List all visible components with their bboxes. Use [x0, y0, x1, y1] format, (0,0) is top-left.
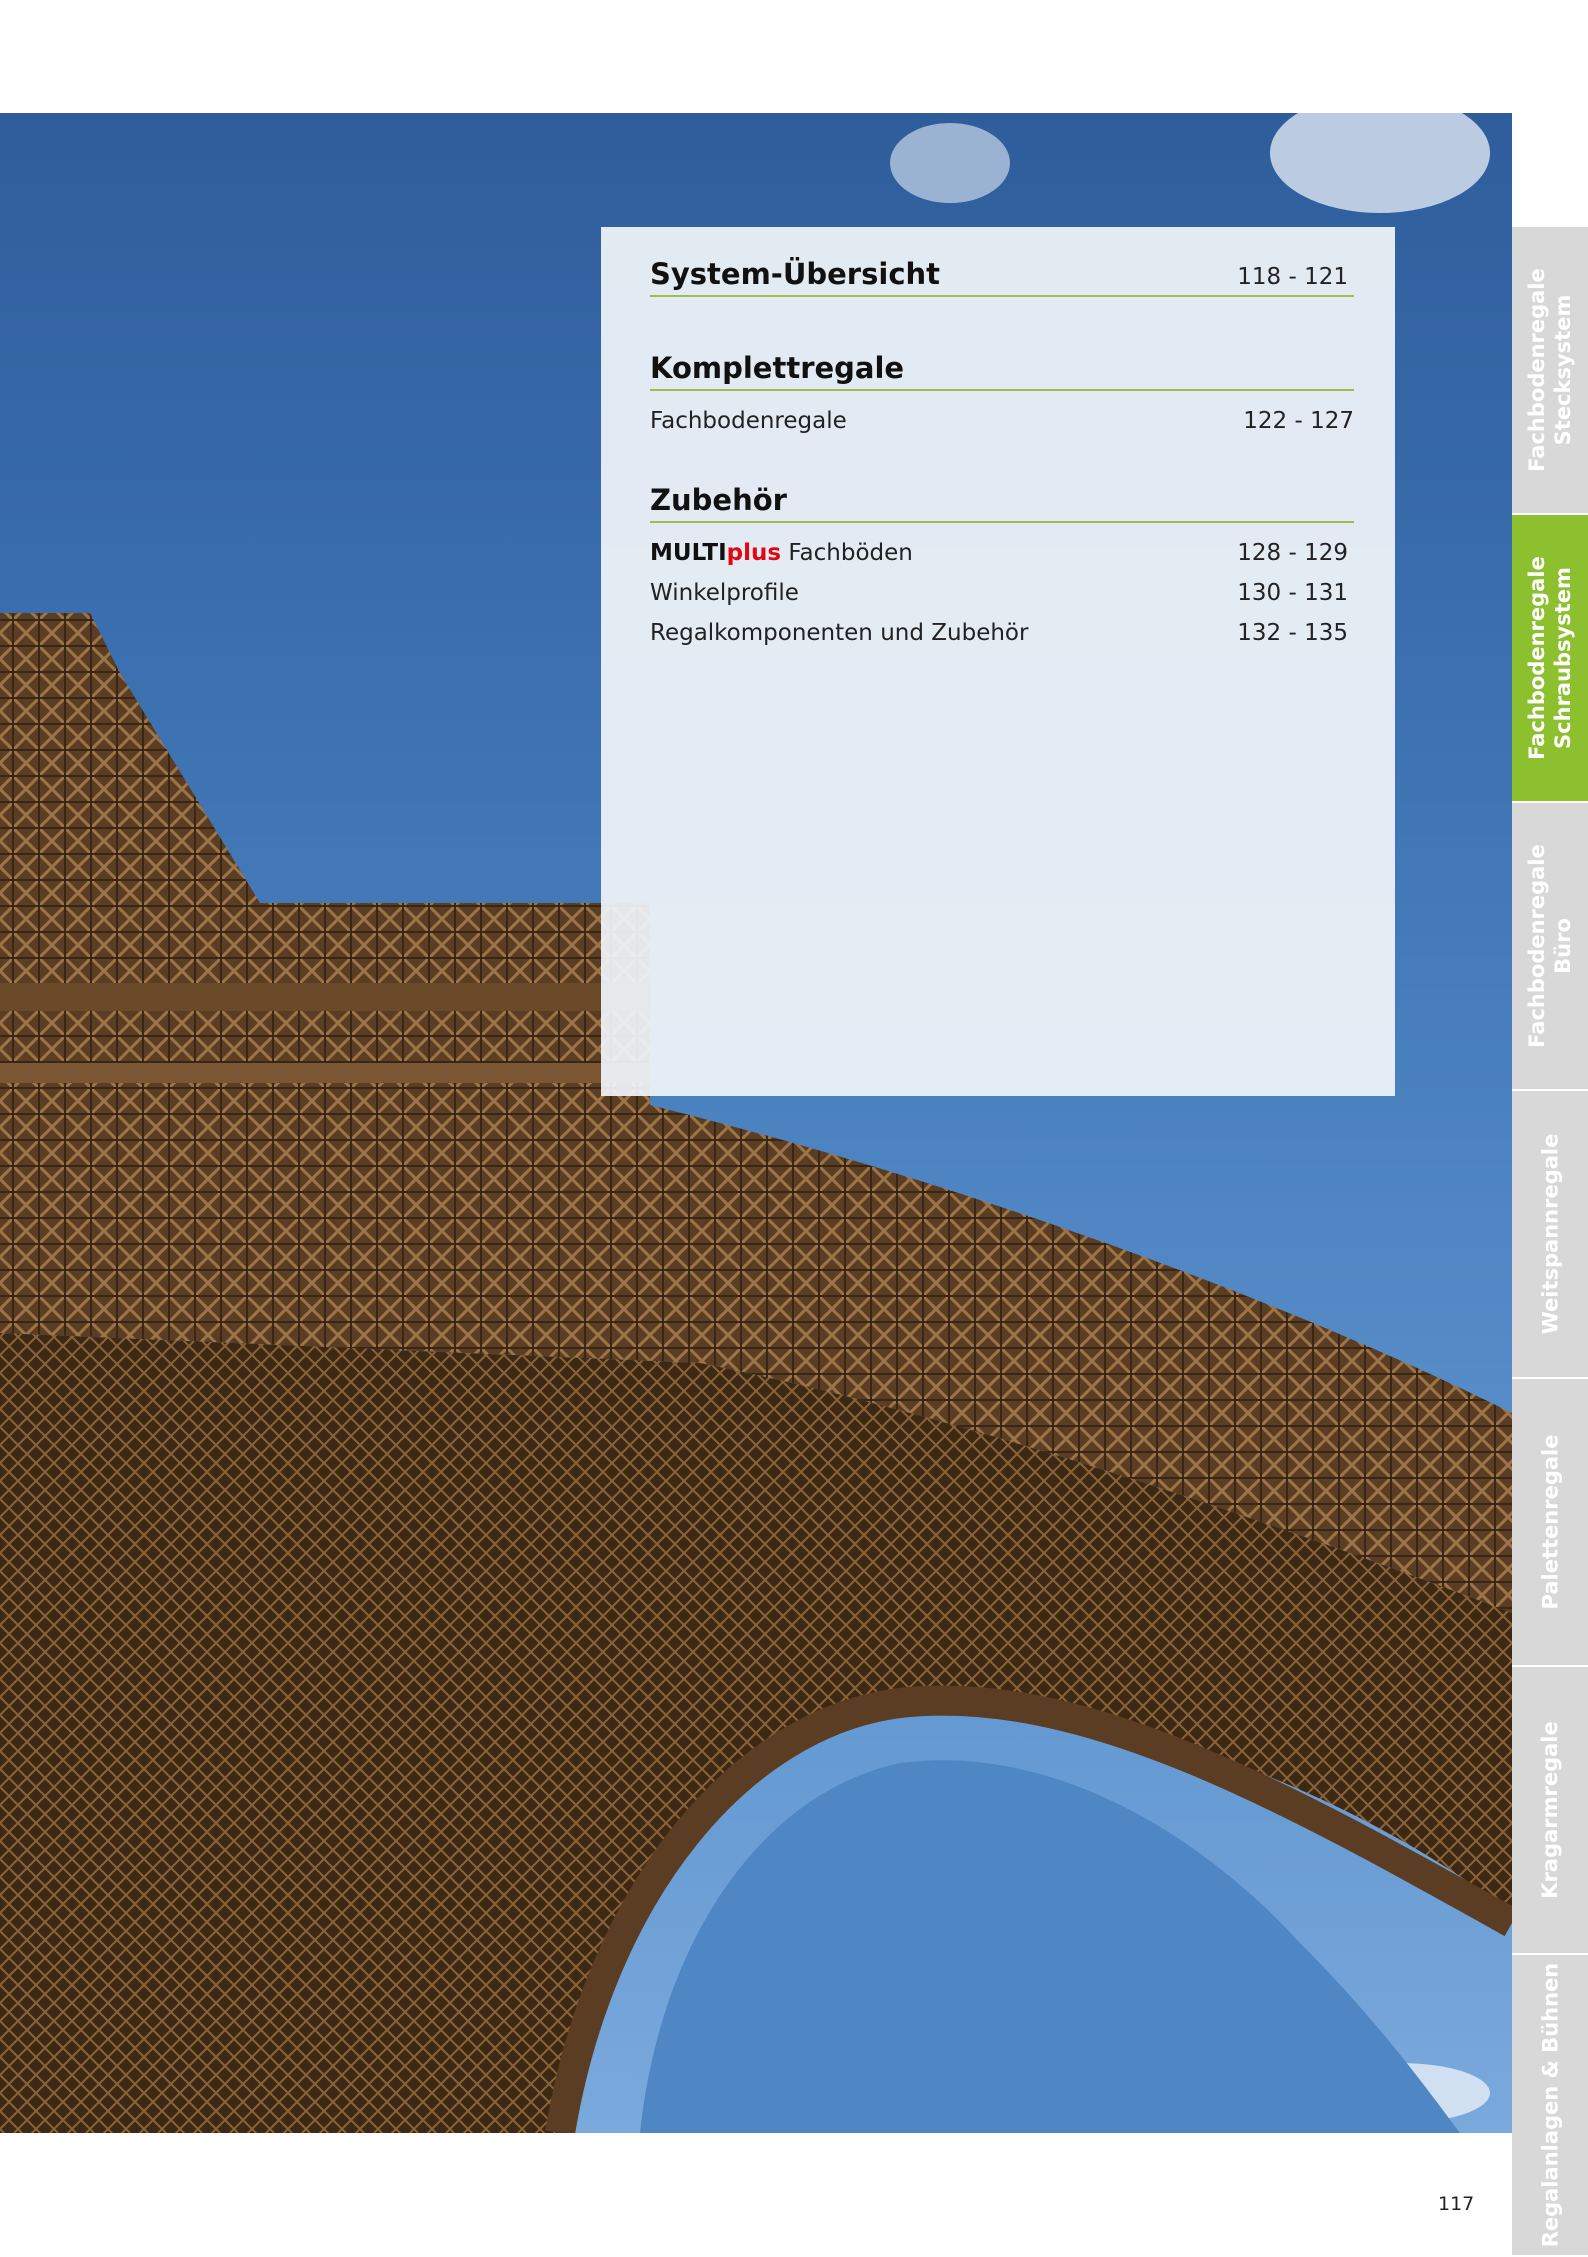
toc-entry[interactable]: Winkelprofile 130 - 131 — [650, 573, 1354, 613]
section-pages: 118 - 121 — [1237, 264, 1348, 290]
tab-fachbodenregale-buero[interactable]: Fachbodenregale Büro — [1512, 803, 1588, 1089]
entry-pages: 132 - 135 — [1237, 620, 1348, 646]
entry-label: Fachbodenregale — [650, 408, 847, 434]
toc-entry[interactable]: Fachbodenregale 122 - 127 — [650, 401, 1354, 441]
cloud — [1270, 113, 1490, 213]
toc-section-accessories: Zubehör MULTIplus Fachböden 128 - 129 Wi… — [650, 483, 1354, 653]
tab-label: Weitspannregale — [1537, 1134, 1563, 1335]
chapter-tabs: Fachbodenregale Stecksystem Fachbodenreg… — [1512, 227, 1588, 2257]
tab-label-line1: Fachbodenregale — [1525, 844, 1549, 1048]
toc-section-complete-shelving: Komplettregale Fachbodenregale 122 - 127 — [650, 351, 1354, 441]
page-number: 117 — [1438, 2193, 1475, 2215]
tab-label: Regalanlagen & Bühnen — [1537, 1963, 1563, 2248]
section-title: Komplettregale — [650, 351, 905, 385]
tab-label-line1: Weitspannregale — [1538, 1133, 1562, 1335]
tab-kragarmregale[interactable]: Kragarmregale — [1512, 1667, 1588, 1953]
cloud — [890, 123, 1010, 203]
section-title: Zubehör — [650, 483, 787, 517]
tab-label-line2: Schraubsystem — [1551, 567, 1575, 749]
entry-label: Winkelprofile — [650, 580, 799, 606]
tab-label: Kragarmregale — [1537, 1721, 1563, 1899]
toc-content: System-Übersicht 118 - 121 Komplettregal… — [650, 257, 1354, 653]
section-heading: Zubehör — [650, 483, 1354, 523]
entry-label: Fachböden — [788, 540, 913, 566]
tab-label-line2: Büro — [1551, 918, 1575, 974]
brand-name-plus: plus — [726, 540, 782, 566]
tower-top — [0, 613, 260, 903]
entry-pages: 122 - 127 — [1243, 408, 1354, 434]
tab-label-line1: Kragarmregale — [1538, 1721, 1562, 1899]
tab-label: Fachbodenregale Stecksystem — [1524, 268, 1576, 472]
toc-entry[interactable]: Regalkomponenten und Zubehör 132 - 135 — [650, 613, 1354, 653]
tab-label: Palettenregale — [1537, 1435, 1563, 1610]
toc-entry[interactable]: MULTIplus Fachböden 128 - 129 — [650, 533, 1354, 573]
brand-name-multi: MULTI — [650, 540, 727, 566]
toc-panel: System-Übersicht 118 - 121 Komplettregal… — [601, 227, 1395, 1096]
entry-pages: 128 - 129 — [1237, 540, 1348, 566]
tab-label: Fachbodenregale Schraubsystem — [1524, 556, 1576, 760]
entry-label: Regalkomponenten und Zubehör — [650, 620, 1029, 646]
tab-label-line1: Fachbodenregale — [1525, 556, 1549, 760]
section-heading: Komplettregale — [650, 351, 1354, 391]
tab-label-line1: Regalanlagen & Bühnen — [1538, 1962, 1563, 2248]
tab-regalanlagen-buehnen[interactable]: Regalanlagen & Bühnen — [1512, 1955, 1588, 2255]
section-heading[interactable]: System-Übersicht 118 - 121 — [650, 257, 1354, 297]
tab-label-line1: Palettenregale — [1538, 1434, 1563, 1610]
platform-beam — [0, 983, 650, 1011]
section-title: System-Übersicht — [650, 257, 941, 291]
tab-weitspannregale[interactable]: Weitspannregale — [1512, 1091, 1588, 1377]
platform-beam — [0, 1063, 650, 1083]
entry-pages: 130 - 131 — [1237, 580, 1348, 606]
tab-label: Fachbodenregale Büro — [1524, 844, 1576, 1048]
tab-fachbodenregale-stecksystem[interactable]: Fachbodenregale Stecksystem — [1512, 227, 1588, 513]
toc-section-system-overview: System-Übersicht 118 - 121 — [650, 257, 1354, 297]
tab-palettenregale[interactable]: Palettenregale — [1512, 1379, 1588, 1665]
tab-label-line1: Fachbodenregale — [1525, 268, 1549, 472]
tab-label-line2: Stecksystem — [1551, 294, 1575, 446]
tab-fachbodenregale-schraubsystem[interactable]: Fachbodenregale Schraubsystem — [1512, 515, 1588, 801]
entry-label-group: MULTIplus Fachböden — [650, 533, 913, 573]
